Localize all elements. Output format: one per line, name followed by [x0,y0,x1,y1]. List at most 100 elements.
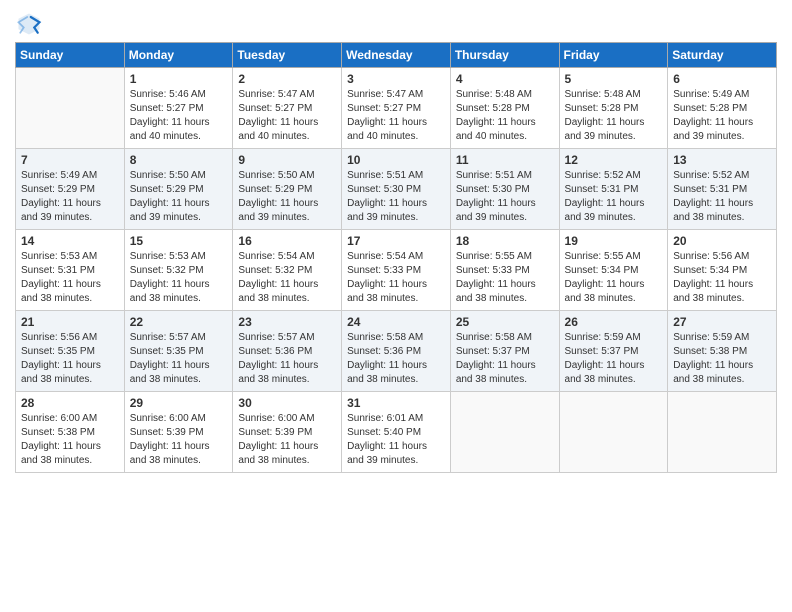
day-number: 13 [673,153,771,167]
day-info: Sunrise: 5:56 AMSunset: 5:35 PMDaylight:… [21,331,119,387]
calendar-cell: 19 Sunrise: 5:55 AMSunset: 5:34 PMDayligh… [559,230,668,311]
calendar-cell: 11Sunrise: 5:51 AMSunset: 5:30 PMDayligh… [450,149,559,230]
day-number: 16 [238,234,336,248]
day-number: 25 [456,315,554,329]
day-header-wednesday: Wednesday [342,43,451,68]
calendar-week-row: 14 Sunrise: 5:53 AMSunset: 5:31 PMDayligh… [16,230,777,311]
day-number: 19 [565,234,663,248]
calendar-cell: 9 Sunrise: 5:50 AMSunset: 5:29 PMDaylight… [233,149,342,230]
logo [15,10,47,38]
day-number: 20 [673,234,771,248]
calendar-cell: 18Sunrise: 5:55 AMSunset: 5:33 PMDayligh… [450,230,559,311]
calendar-cell [559,392,668,473]
day-number: 6 [673,72,771,86]
calendar-cell: 7 Sunrise: 5:49 AMSunset: 5:29 PMDaylight… [16,149,125,230]
day-number: 28 [21,396,119,410]
day-info: Sunrise: 5:59 AMSunset: 5:37 PMDaylight:… [565,331,663,387]
day-header-monday: Monday [124,43,233,68]
day-info: Sunrise: 5:48 AMSunset: 5:28 PMDaylight:… [565,88,663,144]
day-number: 7 [21,153,119,167]
calendar-cell: 22 Sunrise: 5:57 AMSunset: 5:35 PMDayligh… [124,311,233,392]
day-header-tuesday: Tuesday [233,43,342,68]
day-number: 31 [347,396,445,410]
day-info: Sunrise: 6:00 AMSunset: 5:39 PMDaylight:… [130,412,228,468]
calendar-week-row: 7 Sunrise: 5:49 AMSunset: 5:29 PMDaylight… [16,149,777,230]
day-number: 8 [130,153,228,167]
page-header [15,10,777,38]
calendar-cell: 30Sunrise: 6:00 AMSunset: 5:39 PMDayligh… [233,392,342,473]
calendar-cell: 24 Sunrise: 5:58 AMSunset: 5:36 PMDayligh… [342,311,451,392]
calendar-cell: 27Sunrise: 5:59 AMSunset: 5:38 PMDayligh… [668,311,777,392]
calendar-cell [16,68,125,149]
day-info: Sunrise: 5:53 AMSunset: 5:31 PMDaylight:… [21,250,119,306]
day-number: 14 [21,234,119,248]
day-number: 5 [565,72,663,86]
day-info: Sunrise: 5:52 AMSunset: 5:31 PMDaylight:… [673,169,771,225]
day-number: 9 [238,153,336,167]
day-info: Sunrise: 5:58 AMSunset: 5:36 PMDaylight:… [347,331,445,387]
day-number: 17 [347,234,445,248]
day-number: 1 [130,72,228,86]
calendar-cell: 29 Sunrise: 6:00 AMSunset: 5:39 PMDayligh… [124,392,233,473]
day-info: Sunrise: 5:49 AMSunset: 5:28 PMDaylight:… [673,88,771,144]
calendar-cell: 10 Sunrise: 5:51 AMSunset: 5:30 PMDayligh… [342,149,451,230]
calendar-cell: 15Sunrise: 5:53 AMSunset: 5:32 PMDayligh… [124,230,233,311]
calendar-cell: 26 Sunrise: 5:59 AMSunset: 5:37 PMDayligh… [559,311,668,392]
calendar-cell: 20 Sunrise: 5:56 AMSunset: 5:34 PMDayligh… [668,230,777,311]
day-info: Sunrise: 5:47 AMSunset: 5:27 PMDaylight:… [238,88,336,144]
day-number: 15 [130,234,228,248]
calendar-cell: 31 Sunrise: 6:01 AMSunset: 5:40 PMDayligh… [342,392,451,473]
calendar-cell: 13 Sunrise: 5:52 AMSunset: 5:31 PMDayligh… [668,149,777,230]
calendar-cell: 28 Sunrise: 6:00 AMSunset: 5:38 PMDayligh… [16,392,125,473]
day-info: Sunrise: 5:46 AMSunset: 5:27 PMDaylight:… [130,88,228,144]
day-header-thursday: Thursday [450,43,559,68]
calendar-cell: 5 Sunrise: 5:48 AMSunset: 5:28 PMDaylight… [559,68,668,149]
day-info: Sunrise: 6:01 AMSunset: 5:40 PMDaylight:… [347,412,445,468]
day-header-saturday: Saturday [668,43,777,68]
calendar-cell: 6 Sunrise: 5:49 AMSunset: 5:28 PMDaylight… [668,68,777,149]
calendar-table: SundayMondayTuesdayWednesdayThursdayFrid… [15,42,777,473]
calendar-week-row: 1 Sunrise: 5:46 AMSunset: 5:27 PMDaylight… [16,68,777,149]
day-number: 10 [347,153,445,167]
day-info: Sunrise: 5:56 AMSunset: 5:34 PMDaylight:… [673,250,771,306]
day-number: 21 [21,315,119,329]
calendar-cell: 12 Sunrise: 5:52 AMSunset: 5:31 PMDayligh… [559,149,668,230]
day-info: Sunrise: 6:00 AMSunset: 5:38 PMDaylight:… [21,412,119,468]
day-info: Sunrise: 5:55 AMSunset: 5:33 PMDaylight:… [456,250,554,306]
calendar-cell [450,392,559,473]
day-number: 29 [130,396,228,410]
calendar-cell: 17 Sunrise: 5:54 AMSunset: 5:33 PMDayligh… [342,230,451,311]
calendar-cell: 16 Sunrise: 5:54 AMSunset: 5:32 PMDayligh… [233,230,342,311]
day-info: Sunrise: 5:48 AMSunset: 5:28 PMDaylight:… [456,88,554,144]
day-number: 11 [456,153,554,167]
day-number: 30 [238,396,336,410]
day-info: Sunrise: 5:55 AMSunset: 5:34 PMDaylight:… [565,250,663,306]
day-info: Sunrise: 5:54 AMSunset: 5:33 PMDaylight:… [347,250,445,306]
logo-icon [15,10,43,38]
day-info: Sunrise: 5:52 AMSunset: 5:31 PMDaylight:… [565,169,663,225]
day-header-sunday: Sunday [16,43,125,68]
day-info: Sunrise: 5:50 AMSunset: 5:29 PMDaylight:… [238,169,336,225]
calendar-week-row: 28 Sunrise: 6:00 AMSunset: 5:38 PMDayligh… [16,392,777,473]
calendar-cell: 21 Sunrise: 5:56 AMSunset: 5:35 PMDayligh… [16,311,125,392]
calendar-week-row: 21 Sunrise: 5:56 AMSunset: 5:35 PMDayligh… [16,311,777,392]
day-info: Sunrise: 5:49 AMSunset: 5:29 PMDaylight:… [21,169,119,225]
day-info: Sunrise: 5:51 AMSunset: 5:30 PMDaylight:… [347,169,445,225]
day-info: Sunrise: 5:57 AMSunset: 5:36 PMDaylight:… [238,331,336,387]
calendar-cell: 4Sunrise: 5:48 AMSunset: 5:28 PMDaylight… [450,68,559,149]
day-info: Sunrise: 5:57 AMSunset: 5:35 PMDaylight:… [130,331,228,387]
day-info: Sunrise: 5:54 AMSunset: 5:32 PMDaylight:… [238,250,336,306]
day-number: 24 [347,315,445,329]
day-info: Sunrise: 5:59 AMSunset: 5:38 PMDaylight:… [673,331,771,387]
day-number: 23 [238,315,336,329]
day-info: Sunrise: 5:47 AMSunset: 5:27 PMDaylight:… [347,88,445,144]
calendar-cell: 25Sunrise: 5:58 AMSunset: 5:37 PMDayligh… [450,311,559,392]
calendar-cell [668,392,777,473]
calendar-cell: 14 Sunrise: 5:53 AMSunset: 5:31 PMDayligh… [16,230,125,311]
day-number: 26 [565,315,663,329]
day-info: Sunrise: 5:50 AMSunset: 5:29 PMDaylight:… [130,169,228,225]
day-number: 22 [130,315,228,329]
calendar-header-row: SundayMondayTuesdayWednesdayThursdayFrid… [16,43,777,68]
day-number: 12 [565,153,663,167]
day-number: 3 [347,72,445,86]
